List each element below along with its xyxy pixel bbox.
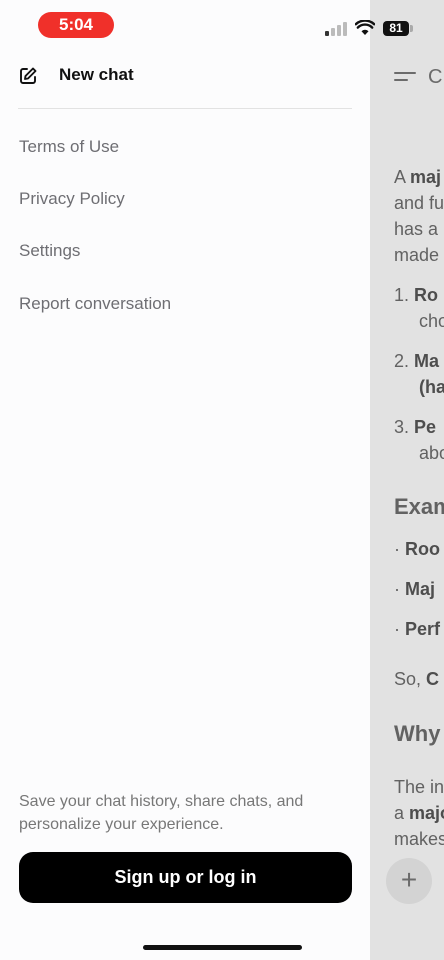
paragraph-line: So, C xyxy=(394,669,440,689)
bullet-item: · Perf xyxy=(394,619,441,639)
add-attachment-button[interactable]: + xyxy=(386,858,432,904)
wifi-icon xyxy=(355,20,375,35)
status-bar: 5:04 81 xyxy=(0,0,444,52)
side-drawer: New chat Terms of Use Privacy Policy Set… xyxy=(0,0,370,960)
list-item-continued: (ha xyxy=(419,377,444,397)
paragraph-line: made xyxy=(394,245,440,265)
report-conversation-link[interactable]: Report conversation xyxy=(19,294,171,314)
settings-link[interactable]: Settings xyxy=(19,241,80,261)
list-item: 3. Pe xyxy=(394,417,437,437)
bullet-item: · Roo xyxy=(394,539,440,559)
menu-icon[interactable] xyxy=(394,70,416,88)
cellular-signal-icon xyxy=(325,22,347,36)
list-item-continued: cho xyxy=(419,311,444,331)
bullet-item: · Maj xyxy=(394,579,436,599)
paragraph-line: A maj xyxy=(394,167,442,187)
list-item-continued: abo xyxy=(419,443,444,463)
list-item: 2. Ma xyxy=(394,351,440,371)
new-chat-button[interactable]: New chat xyxy=(18,60,348,92)
section-heading: Why xyxy=(394,721,441,746)
paragraph-line: a majo xyxy=(394,803,444,823)
save-history-prompt: Save your chat history, share chats, and… xyxy=(19,793,304,833)
sign-up-or-log-in-button[interactable]: Sign up or log in xyxy=(19,852,352,903)
terms-of-use-link[interactable]: Terms of Use xyxy=(19,137,119,157)
divider xyxy=(18,108,352,109)
section-heading: Exam xyxy=(394,494,444,519)
new-chat-label: New chat xyxy=(59,65,134,84)
paragraph-line: has a xyxy=(394,219,439,239)
home-indicator[interactable] xyxy=(143,945,302,950)
status-time: 5:04 xyxy=(38,12,114,38)
privacy-policy-link[interactable]: Privacy Policy xyxy=(19,189,125,209)
chat-title: C xyxy=(428,66,443,88)
paragraph-line: makes xyxy=(394,829,444,849)
battery-icon: 81 xyxy=(383,21,409,36)
paragraph-line: and fu xyxy=(394,193,444,213)
list-item: 1. Ro xyxy=(394,285,439,305)
battery-nub xyxy=(410,25,413,32)
paragraph-line: The in xyxy=(394,777,444,797)
compose-icon xyxy=(20,67,37,84)
